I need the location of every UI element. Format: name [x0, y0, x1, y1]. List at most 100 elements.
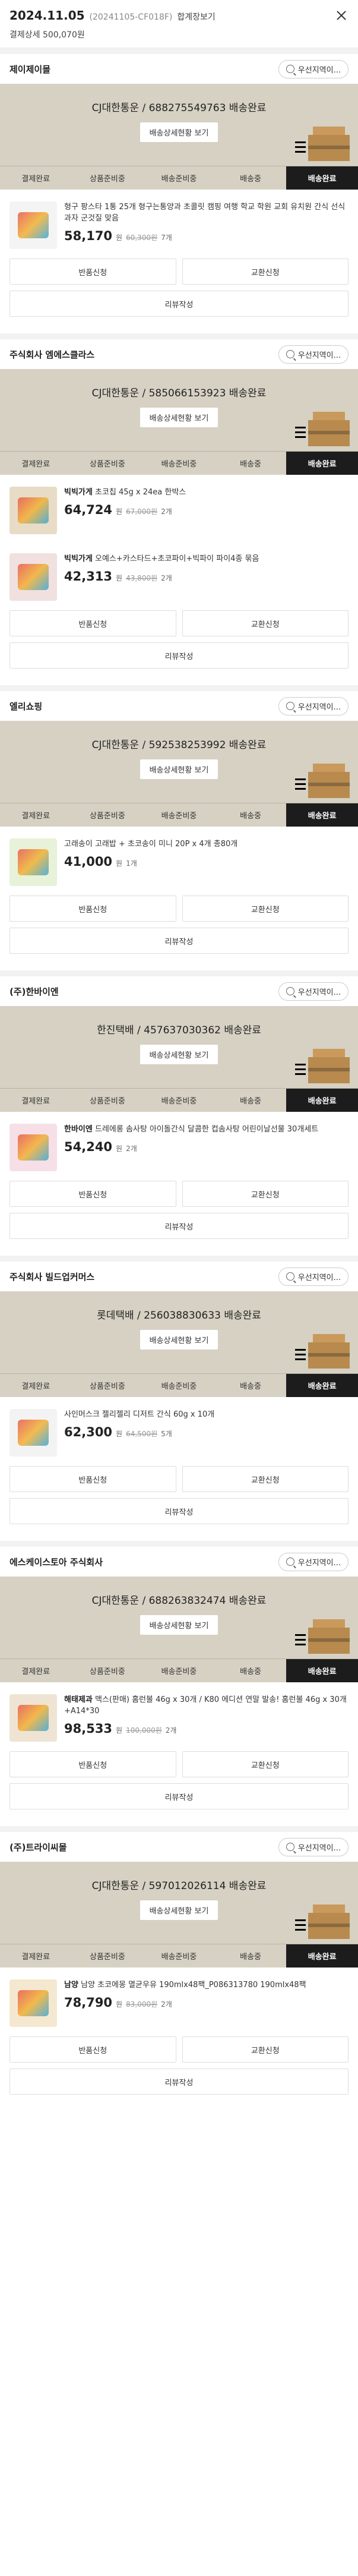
product-name[interactable]: 고래송이 고래밥 + 초코송이 미니 20P x 4개 총80개 — [64, 838, 349, 850]
box-flap — [313, 1334, 345, 1342]
exchange-request-button[interactable]: 교환신청 — [182, 1466, 349, 1492]
delivery-info: CJ대한통운 / 688263832474 배송완료 배송상세현황 보기 — [0, 1577, 358, 1635]
price-row: 41,000 원 1개 — [64, 855, 349, 869]
delivery-title: CJ대한통운 / 688275549763 배송완료 — [91, 102, 267, 114]
product-thumbnail[interactable] — [9, 487, 57, 534]
seller-header: (주)트라이씨몰 우선지역이... — [0, 1832, 358, 1862]
exchange-request-button[interactable]: 교환신청 — [182, 2036, 349, 2063]
product-item[interactable]: 빅빅가게 오예스+카스타드+초코파이+빅파이 파이4종 묶음 42,313 원 43,… — [0, 541, 358, 608]
order-actions: 반품신청 교환신청리뷰작성 — [0, 2034, 358, 2111]
product-name[interactable]: 형구 팡스타 1통 25개 형구는통양과 초콜릿 캠핑 여행 학교 학원 교회 … — [64, 201, 349, 224]
return-request-button[interactable]: 반품신청 — [9, 2036, 176, 2063]
seller-inquiry-button[interactable]: 우선지역이... — [278, 696, 349, 715]
write-review-button[interactable]: 리뷰작성 — [9, 1783, 349, 1809]
seller-name: 주식회사 빌드업커머스 — [9, 1271, 95, 1282]
search-icon — [286, 65, 294, 73]
search-icon — [286, 1843, 294, 1851]
product-thumbnail[interactable] — [9, 838, 57, 886]
product-thumbnail[interactable] — [9, 553, 57, 601]
product-item[interactable]: 형구 팡스타 1통 25개 형구는통양과 초콜릿 캠핑 여행 학교 학원 교회 … — [0, 190, 358, 256]
speed-line — [295, 778, 306, 780]
return-request-button[interactable]: 반품신청 — [9, 1181, 176, 1207]
return-request-button[interactable]: 반품신청 — [9, 1466, 176, 1492]
product-item[interactable]: 해태제과 맥스(판매) 홈런볼 46g x 30개 / K80 에디션 연말 발… — [0, 1682, 358, 1749]
product-price: 78,790 — [64, 1995, 113, 2010]
product-item[interactable]: 빅빅가게 초코칩 45g x 24ea 한박스 64,724 원 67,000원 2개 — [0, 475, 358, 541]
seller-inquiry-button[interactable]: 우선지역이... — [278, 1837, 349, 1856]
write-review-button[interactable]: 리뷰작성 — [9, 642, 349, 669]
delivery-step: 배송중 — [240, 812, 262, 821]
action-row: 리뷰작성 — [9, 1783, 349, 1809]
product-thumbnail[interactable] — [9, 201, 57, 249]
write-review-button[interactable]: 리뷰작성 — [9, 291, 349, 317]
seller-inquiry-button[interactable]: 우선지역이... — [278, 1267, 349, 1286]
product-price: 42,313 — [64, 569, 113, 584]
price-row: 78,790 원 83,000원 2개 — [64, 1995, 349, 2010]
close-icon[interactable] — [334, 8, 349, 23]
track-delivery-button[interactable]: 배송상세현황 보기 — [140, 1900, 218, 1920]
order-actions: 반품신청 교환신청리뷰작성 — [0, 1178, 358, 1256]
track-delivery-button[interactable]: 배송상세현황 보기 — [140, 122, 218, 142]
delivery-title: CJ대한통운 / 592538253992 배송완료 — [91, 739, 267, 751]
track-delivery-button[interactable]: 배송상세현황 보기 — [140, 1615, 218, 1635]
return-request-button[interactable]: 반품신청 — [9, 610, 176, 636]
order-actions: 반품신청 교환신청리뷰작성 — [0, 256, 358, 333]
product-name[interactable]: 빅빅가게 오예스+카스타드+초코파이+빅파이 파이4종 묶음 — [64, 553, 349, 565]
product-thumbnail[interactable] — [9, 1124, 57, 1171]
delivery-step: 상품준비중 — [89, 1382, 125, 1391]
exchange-request-button[interactable]: 교환신청 — [182, 896, 349, 922]
delivery-steps: 결제완료 상품준비중 배송준비중 배송중 배송완료 — [0, 166, 358, 190]
seller-header: (주)한바이엔 우선지역이... — [0, 976, 358, 1006]
write-review-button[interactable]: 리뷰작성 — [9, 2069, 349, 2095]
exchange-request-button[interactable]: 교환신청 — [182, 1751, 349, 1777]
product-item[interactable]: 사인머스크 젤리젤리 디저트 간식 60g x 10개 62,300 원 64,500… — [0, 1397, 358, 1464]
track-delivery-button[interactable]: 배송상세현황 보기 — [140, 408, 218, 427]
return-request-button[interactable]: 반품신청 — [9, 1751, 176, 1777]
write-review-button[interactable]: 리뷰작성 — [9, 928, 349, 954]
seller-inquiry-button[interactable]: 우선지역이... — [278, 59, 349, 78]
return-request-button[interactable]: 반품신청 — [9, 258, 176, 285]
delivery-status-panel: CJ대한통운 / 688263832474 배송완료 배송상세현황 보기 결제완료 상… — [0, 1577, 358, 1682]
exchange-request-button[interactable]: 교환신청 — [182, 1181, 349, 1207]
action-row: 리뷰작성 — [9, 928, 349, 954]
product-title: 사인머스크 젤리젤리 디저트 간식 60g x 10개 — [64, 1410, 215, 1419]
track-delivery-button[interactable]: 배송상세현황 보기 — [140, 1045, 218, 1064]
track-delivery-button[interactable]: 배송상세현황 보기 — [140, 759, 218, 779]
seller-header: 주식회사 엠에스클라스 우선지역이... — [0, 339, 358, 369]
product-brand: 남양 — [64, 1981, 78, 1989]
product-name[interactable]: 해태제과 맥스(판매) 홈런볼 46g x 30개 / K80 에디션 연말 발… — [64, 1694, 349, 1717]
seller-header: 엘리쇼핑 우선지역이... — [0, 691, 358, 721]
payment-detail[interactable]: 결제상세 500,070원 — [9, 29, 349, 40]
exchange-request-button[interactable]: 교환신청 — [182, 610, 349, 636]
product-thumbnail[interactable] — [9, 1694, 57, 1742]
speed-line — [295, 1919, 306, 1921]
product-item[interactable]: 고래송이 고래밥 + 초코송이 미니 20P x 4개 총80개 41,000 원 1… — [0, 827, 358, 893]
speed-line — [295, 1639, 306, 1641]
product-thumbnail[interactable] — [9, 1409, 57, 1456]
order-header: 2024.11.05 (20241105-CF018F) 합계장보기 결제상세 … — [0, 0, 358, 48]
product-item[interactable]: 남양 남양 초코에몽 멸균우유 190mlx48팩_P086313780 190… — [0, 1968, 358, 2034]
product-name[interactable]: 사인머스크 젤리젤리 디저트 간식 60g x 10개 — [64, 1409, 349, 1420]
seller-inquiry-button[interactable]: 우선지역이... — [278, 982, 349, 1001]
delivery-step: 상품준비중 — [89, 812, 125, 821]
product-item[interactable]: 한바이엔 드레에롱 솜사탕 아이돌간식 달콤한 컵솜사탕 어린이날선물 30개세… — [0, 1112, 358, 1178]
write-review-button[interactable]: 리뷰작성 — [9, 1498, 349, 1524]
price-row: 64,724 원 67,000원 2개 — [64, 503, 349, 517]
track-delivery-button[interactable]: 배송상세현황 보기 — [140, 1330, 218, 1350]
exchange-request-button[interactable]: 교환신청 — [182, 258, 349, 285]
delivery-title: 한진택배 / 457637030362 배송완료 — [97, 1024, 261, 1036]
delivery-status-panel: 한진택배 / 457637030362 배송완료 배송상세현황 보기 결제완료 상품준… — [0, 1006, 358, 1112]
return-request-button[interactable]: 반품신청 — [9, 896, 176, 922]
seller-inquiry-button[interactable]: 우선지역이... — [278, 345, 349, 364]
product-name[interactable]: 빅빅가게 초코칩 45g x 24ea 한박스 — [64, 487, 349, 498]
write-review-button[interactable]: 리뷰작성 — [9, 1213, 349, 1239]
price-unit: 원 — [116, 1144, 123, 1153]
product-name[interactable]: 남양 남양 초코에몽 멸균우유 190mlx48팩_P086313780 190… — [64, 1979, 349, 1991]
seller-list: 제이제이몰 우선지역이... CJ대한통운 / 688275549763 배송완료 배… — [0, 48, 358, 2111]
delivery-step: 상품준비중 — [89, 1953, 125, 1962]
seller-inquiry-button[interactable]: 우선지역이... — [278, 1552, 349, 1571]
action-row: 리뷰작성 — [9, 2069, 349, 2095]
product-name[interactable]: 한바이엔 드레에롱 솜사탕 아이돌간식 달콤한 컵솜사탕 어린이날선물 30개세… — [64, 1124, 349, 1135]
product-thumbnail[interactable] — [9, 1979, 57, 2027]
price-unit: 원 — [116, 507, 123, 516]
